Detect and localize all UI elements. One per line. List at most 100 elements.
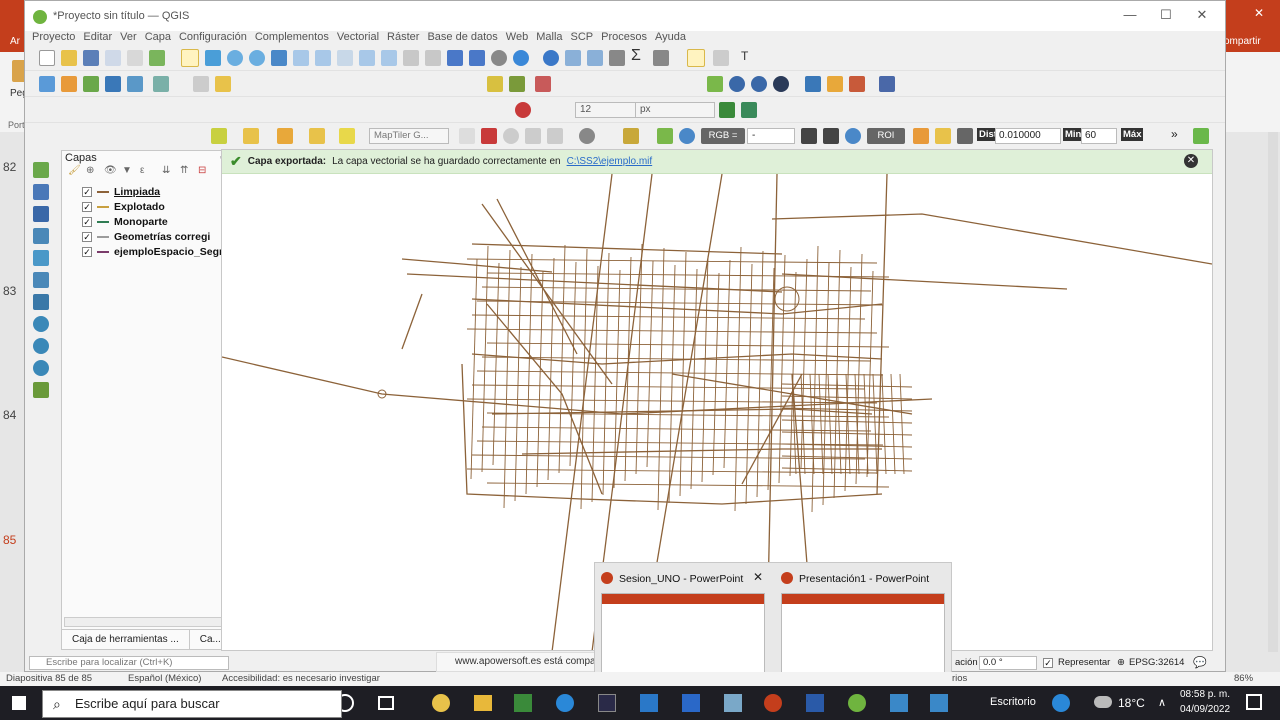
add-vector-layer-icon[interactable] bbox=[33, 162, 49, 178]
desktop-toolbar-label[interactable]: Escritorio bbox=[990, 696, 1036, 708]
scp-roi-icon[interactable] bbox=[481, 128, 497, 144]
message-file-link[interactable]: C:\SS2\ejemplo.mif bbox=[567, 156, 653, 167]
language-status[interactable]: Español (México) bbox=[128, 673, 201, 684]
messages-icon[interactable]: 💬 bbox=[1193, 656, 1207, 669]
add-spatialite-icon[interactable] bbox=[33, 250, 49, 266]
edit-pencil-icon[interactable] bbox=[215, 76, 231, 92]
field-calculator-icon[interactable] bbox=[587, 50, 603, 66]
rotation-input[interactable]: 0.0 ° bbox=[979, 656, 1037, 670]
layers-hscrollbar[interactable] bbox=[64, 617, 238, 627]
slide-number[interactable]: 82 bbox=[3, 160, 16, 174]
measure-icon[interactable] bbox=[653, 50, 669, 66]
save-project-icon[interactable] bbox=[83, 50, 99, 66]
file-explorer-icon[interactable] bbox=[474, 695, 492, 711]
scp-zoom-icon[interactable] bbox=[503, 128, 519, 144]
select-value-icon[interactable] bbox=[277, 128, 293, 144]
app-icon[interactable] bbox=[890, 694, 908, 712]
add-delimited-icon[interactable] bbox=[33, 228, 49, 244]
clock-time[interactable]: 08:58 p. m. bbox=[1180, 689, 1230, 700]
filter-expression-icon[interactable]: ε bbox=[140, 165, 144, 176]
zoom-out-icon[interactable] bbox=[249, 50, 265, 66]
pan-to-selection-icon[interactable] bbox=[205, 50, 221, 66]
slide-number[interactable]: 83 bbox=[3, 284, 16, 298]
locator-icon[interactable] bbox=[713, 50, 729, 66]
scp-zoom3-icon[interactable] bbox=[547, 128, 563, 144]
python-console-icon[interactable] bbox=[805, 76, 821, 92]
map-tips-icon[interactable] bbox=[687, 49, 705, 67]
notes-status[interactable]: rios bbox=[952, 673, 967, 684]
layer-item-geometrias[interactable]: ✓ Geometrías corregi bbox=[82, 230, 210, 244]
attribute-table-icon[interactable] bbox=[565, 50, 581, 66]
powerpoint-taskbar-icon[interactable] bbox=[764, 694, 782, 712]
remove-layer-icon[interactable]: ⊟ bbox=[198, 165, 206, 176]
deselect-icon[interactable] bbox=[309, 128, 325, 144]
layer-item-explotado[interactable]: ✓ Explotado bbox=[82, 200, 165, 214]
expand-all-icon[interactable]: ⇊ bbox=[162, 165, 170, 176]
roi-add-icon[interactable] bbox=[935, 128, 951, 144]
help-taskbar-icon[interactable] bbox=[1052, 694, 1070, 712]
new-project-icon[interactable] bbox=[39, 50, 55, 66]
style-manager-icon[interactable] bbox=[515, 102, 531, 118]
bookmark-icon[interactable] bbox=[447, 50, 463, 66]
ppt-share-button[interactable]: ompartir bbox=[1224, 36, 1261, 47]
menu-malla[interactable]: Malla bbox=[536, 31, 562, 45]
maptiler-search[interactable]: MapTiler G... bbox=[369, 128, 449, 144]
scp-globe3-icon[interactable] bbox=[773, 76, 789, 92]
label-pin-icon[interactable] bbox=[509, 76, 525, 92]
app-icon[interactable] bbox=[930, 694, 948, 712]
slide-number[interactable]: 84 bbox=[3, 408, 16, 422]
zoom-in-icon[interactable] bbox=[227, 50, 243, 66]
text-annotation-icon[interactable]: T bbox=[741, 49, 748, 63]
layer-checkbox[interactable]: ✓ bbox=[82, 247, 92, 257]
layer-checkbox[interactable]: ✓ bbox=[82, 217, 92, 227]
weather-icon[interactable] bbox=[1094, 696, 1112, 708]
zoom-next-icon[interactable] bbox=[381, 50, 397, 66]
notification-icon[interactable] bbox=[1246, 694, 1262, 710]
ppt-tab-fragment[interactable]: Ar bbox=[10, 36, 20, 47]
dist-input[interactable]: 0.010000 bbox=[995, 128, 1061, 144]
scp-zoom2-icon[interactable] bbox=[525, 128, 541, 144]
menu-procesos[interactable]: Procesos bbox=[601, 31, 647, 45]
ppt-close-icon[interactable]: ✕ bbox=[1254, 6, 1264, 20]
show-bookmarks-icon[interactable] bbox=[469, 50, 485, 66]
layer-item-ejemplo[interactable]: ✓ ejemploEspacio_Segm bbox=[82, 245, 228, 259]
layer-checkbox[interactable]: ✓ bbox=[82, 187, 92, 197]
crs-globe-icon[interactable]: ⊕ bbox=[1117, 657, 1125, 668]
menu-base-de-datos[interactable]: Base de datos bbox=[427, 31, 497, 45]
identify-icon[interactable] bbox=[543, 50, 559, 66]
zoom-full-icon[interactable] bbox=[271, 50, 287, 66]
menu-ayuda[interactable]: Ayuda bbox=[655, 31, 686, 45]
menu-configuracion[interactable]: Configuración bbox=[179, 31, 247, 45]
add-postgis-icon[interactable] bbox=[33, 294, 49, 310]
mail-icon[interactable] bbox=[640, 694, 658, 712]
pan-map-icon[interactable] bbox=[181, 49, 199, 67]
add-xyz-layer-icon[interactable] bbox=[33, 382, 49, 398]
filter-icon[interactable]: ▼ bbox=[122, 165, 132, 176]
menu-editar[interactable]: Editar bbox=[83, 31, 112, 45]
layer-item-monoparte[interactable]: ✓ Monoparte bbox=[82, 215, 168, 229]
layer-item-limpiada[interactable]: ✓ Limpiada bbox=[82, 185, 160, 199]
word-icon[interactable] bbox=[806, 694, 824, 712]
chrome-icon[interactable] bbox=[432, 694, 450, 712]
clock-date[interactable]: 04/09/2022 bbox=[1180, 704, 1230, 715]
add-group-icon[interactable]: ⊕ bbox=[86, 165, 94, 176]
scp-tool-icon[interactable] bbox=[459, 128, 475, 144]
add-delimited-text-icon[interactable] bbox=[105, 76, 121, 92]
thumbnail-close-icon[interactable]: ✕ bbox=[753, 570, 763, 584]
dropbox-icon[interactable] bbox=[682, 694, 700, 712]
zoom-native-icon[interactable] bbox=[337, 50, 353, 66]
tab-caja-herramientas[interactable]: Caja de herramientas ... bbox=[62, 630, 190, 649]
qgis-taskbar-icon[interactable] bbox=[848, 694, 866, 712]
windows-start-icon[interactable] bbox=[12, 696, 26, 710]
task-view-icon[interactable] bbox=[378, 696, 394, 710]
menu-web[interactable]: Web bbox=[506, 31, 528, 45]
print-layout-icon[interactable] bbox=[127, 50, 143, 66]
rgb-select[interactable]: - bbox=[747, 128, 795, 144]
locator-search-input[interactable]: Escribe para localizar (Ctrl+K) bbox=[29, 656, 229, 670]
new-geopackage-icon[interactable] bbox=[61, 76, 77, 92]
label-show-icon[interactable] bbox=[535, 76, 551, 92]
zoom-selection-icon[interactable] bbox=[293, 50, 309, 66]
add-virtual-layer-icon[interactable] bbox=[153, 76, 169, 92]
scp-globe2-icon[interactable] bbox=[751, 76, 767, 92]
scp-globe-icon[interactable] bbox=[729, 76, 745, 92]
